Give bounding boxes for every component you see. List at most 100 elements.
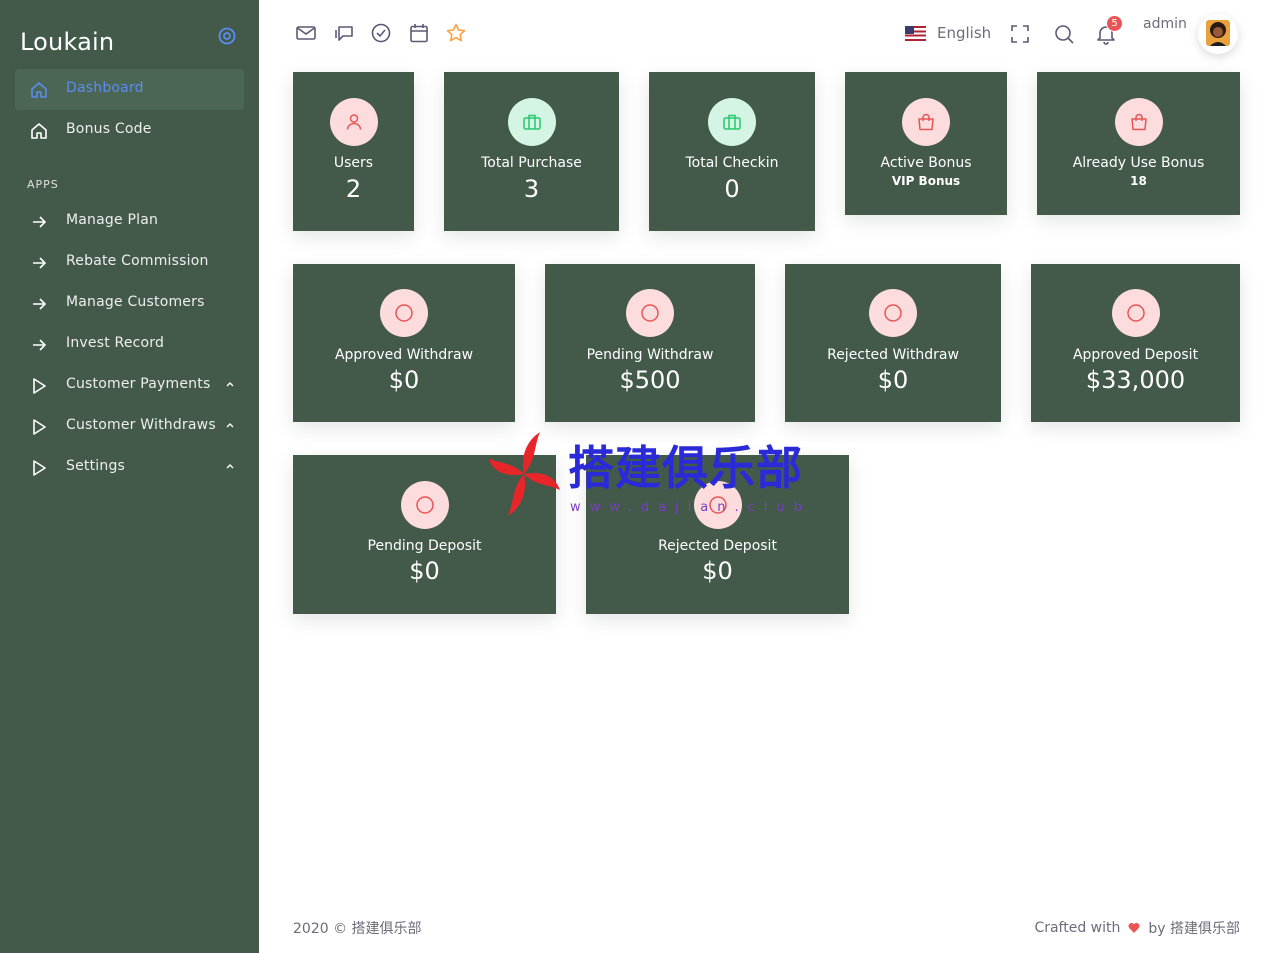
stat-card-rejected-deposit: Rejected Deposit $0 — [586, 455, 849, 614]
footer-copyright: 2020 © 搭建俱乐部 — [293, 921, 422, 937]
stat-value: $33,000 — [1085, 366, 1186, 394]
briefcase-icon — [723, 114, 741, 130]
nav-item-rebate-commission[interactable]: Rebate Commission — [15, 242, 244, 283]
brand-logo[interactable]: Loukain — [20, 28, 114, 56]
stat-card-rejected-withdraw: Rejected Withdraw $0 — [785, 264, 1001, 422]
play-icon — [33, 460, 46, 476]
nav-item-label: Rebate Commission — [66, 253, 209, 269]
stat-value: $0 — [409, 557, 440, 585]
stat-card-total-checkin: Total Checkin 0 — [649, 72, 815, 231]
stat-title: Already Use Bonus — [1072, 155, 1205, 171]
search-icon[interactable] — [1053, 23, 1075, 45]
stat-value: $0 — [388, 366, 420, 394]
nav-item-manage-customers[interactable]: Manage Customers — [15, 283, 244, 324]
user-name[interactable]: admin — [1143, 16, 1187, 32]
stat-badge — [708, 98, 756, 146]
nav-item-customer-withdraws[interactable]: Customer Withdraws — [15, 406, 244, 447]
stat-value: $500 — [619, 366, 681, 394]
stat-subtitle: VIP Bonus — [891, 174, 961, 188]
footer-crafted-text: Crafted with — [1034, 920, 1121, 936]
stat-title: Total Purchase — [481, 155, 582, 171]
stat-value: 2 — [345, 175, 362, 203]
circle-icon — [415, 496, 434, 514]
stat-subtitle: 18 — [1130, 174, 1147, 188]
footer-credit: Crafted with by 搭建俱乐部 — [1034, 918, 1240, 938]
chevron-up-icon — [226, 423, 234, 428]
stat-title: Approved Withdraw — [334, 347, 474, 363]
stat-card-active-bonus: Active Bonus VIP Bonus — [845, 72, 1007, 215]
stat-card-users: Users 2 — [293, 72, 414, 231]
stat-value: $0 — [877, 366, 909, 394]
nav-item-settings[interactable]: Settings — [15, 447, 244, 488]
footer-by-text: by 搭建俱乐部 — [1148, 921, 1240, 937]
circle-icon — [884, 304, 902, 322]
nav-item-label: Customer Payments — [66, 376, 211, 392]
play-icon — [33, 419, 46, 435]
stat-title: Total Checkin — [685, 155, 779, 171]
stat-title: Users — [333, 155, 374, 171]
nav-item-label: Customer Withdraws — [66, 417, 216, 433]
language-selector[interactable]: English — [905, 24, 991, 42]
nav-item-label: Manage Plan — [66, 212, 159, 228]
stat-title: Rejected Withdraw — [827, 347, 959, 363]
language-label: English — [937, 24, 992, 42]
fullscreen-icon[interactable] — [1009, 23, 1031, 45]
nav-item-label: Dashboard — [66, 80, 144, 96]
stat-badge — [329, 98, 378, 146]
sidebar: Loukain Dashboard Bonus Code APPS Manage… — [0, 0, 259, 953]
avatar-image — [1206, 20, 1230, 46]
stat-title: Pending Deposit — [367, 538, 482, 554]
nav-item-label: Manage Customers — [66, 294, 205, 310]
circle-icon — [641, 304, 659, 322]
heart-icon — [1128, 923, 1140, 933]
user-icon — [346, 114, 361, 130]
briefcase-icon — [522, 114, 541, 130]
chat-icon[interactable] — [333, 22, 355, 44]
collapse-toggle-icon[interactable] — [217, 26, 237, 46]
stat-card-total-purchase: Total Purchase 3 — [444, 72, 619, 231]
calendar-icon[interactable] — [408, 22, 430, 44]
stat-title: Rejected Deposit — [658, 538, 777, 554]
stat-badge — [507, 98, 556, 146]
stat-title: Pending Withdraw — [586, 347, 714, 363]
stat-badge — [380, 289, 428, 337]
stat-badge — [626, 289, 674, 337]
stat-title: Active Bonus — [880, 155, 972, 171]
shopping-bag-icon — [1130, 113, 1147, 131]
nav-item-customer-payments[interactable]: Customer Payments — [15, 365, 244, 406]
circle-icon — [1126, 304, 1145, 322]
section-label-apps: APPS — [27, 178, 59, 191]
stat-card-already-use-bonus: Already Use Bonus 18 — [1037, 72, 1240, 215]
circle-icon — [395, 304, 413, 322]
avatar[interactable] — [1198, 14, 1238, 54]
stat-badge — [400, 481, 449, 529]
nav-item-label: Bonus Code — [66, 121, 152, 137]
stat-card-pending-withdraw: Pending Withdraw $500 — [545, 264, 755, 422]
nav-item-manage-plan[interactable]: Manage Plan — [15, 201, 244, 242]
home-icon — [31, 123, 47, 139]
nav-item-dashboard[interactable]: Dashboard — [15, 69, 244, 110]
arrow-right-icon — [33, 339, 47, 351]
mail-icon[interactable] — [295, 22, 317, 44]
shopping-bag-icon — [918, 113, 934, 131]
nav-item-label: Settings — [66, 458, 126, 474]
stat-card-pending-deposit: Pending Deposit $0 — [293, 455, 556, 614]
arrow-right-icon — [33, 216, 47, 228]
stat-badge — [1114, 98, 1163, 146]
notification-count-badge: 5 — [1106, 15, 1123, 32]
stat-badge — [693, 481, 742, 529]
stat-card-approved-deposit: Approved Deposit $33,000 — [1031, 264, 1240, 422]
check-circle-icon[interactable] — [370, 22, 392, 44]
arrow-right-icon — [33, 257, 47, 269]
nav-item-label: Invest Record — [66, 335, 165, 351]
stat-title: Approved Deposit — [1072, 347, 1199, 363]
stat-badge — [869, 289, 917, 337]
home-icon — [31, 82, 47, 98]
nav-item-bonus-code[interactable]: Bonus Code — [15, 110, 244, 151]
nav-item-invest-record[interactable]: Invest Record — [15, 324, 244, 365]
stat-card-approved-withdraw: Approved Withdraw $0 — [293, 264, 515, 422]
stat-badge — [1111, 289, 1160, 337]
star-icon[interactable] — [445, 22, 467, 44]
stat-value: 3 — [523, 175, 540, 203]
arrow-right-icon — [33, 298, 47, 310]
